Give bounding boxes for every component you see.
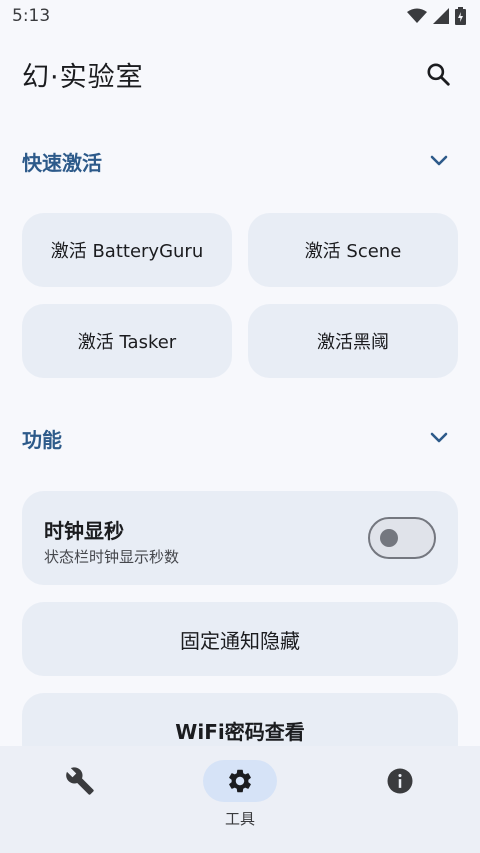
nav-item-info[interactable] [320,760,480,840]
battery-charging-icon [455,7,466,25]
nav-item-wrench[interactable] [0,760,160,840]
section-title: 快速激活 [22,150,102,175]
chevron-down-icon[interactable] [430,155,448,167]
toggle-knob [380,529,398,547]
activate-tasker-button[interactable]: 激活 Tasker [22,304,232,378]
clock-seconds-title: 时钟显秒 [44,519,124,543]
bottom-navigation: 工具 [0,746,480,853]
app-title: 幻·实验室 [22,61,144,93]
cellular-signal-icon [433,8,449,24]
clock-seconds-card[interactable]: 时钟显秒 状态栏时钟显示秒数 [22,491,458,585]
section-header-features[interactable]: 功能 [0,418,480,458]
status-time: 5:13 [12,6,51,26]
nav-item-tools[interactable]: 工具 [160,760,320,840]
nav-label-tools: 工具 [224,810,255,828]
wrench-icon [66,767,94,795]
activate-heiyu-button[interactable]: 激活黑阈 [248,304,458,378]
search-icon [427,63,450,86]
gear-icon [229,769,251,793]
wifi-icon [407,8,427,23]
nav-pill-active [203,760,277,802]
section-title: 功能 [22,427,62,452]
app-bar: 幻·实验室 [0,46,480,102]
clock-seconds-toggle[interactable] [368,517,436,559]
activate-scene-button[interactable]: 激活 Scene [248,213,458,287]
nav-pill [363,760,437,802]
hide-persistent-notification-button[interactable]: 固定通知隐藏 [22,602,458,676]
section-header-quick-activate[interactable]: 快速激活 [0,141,480,181]
nav-pill [43,760,117,802]
search-button[interactable] [418,54,458,94]
clock-seconds-subtitle: 状态栏时钟显示秒数 [44,548,180,566]
status-bar: 5:13 [0,0,480,32]
chevron-down-icon[interactable] [430,432,448,444]
status-icons [407,7,466,25]
info-icon [387,768,413,794]
activate-batteryguru-button[interactable]: 激活 BatteryGuru [22,213,232,287]
